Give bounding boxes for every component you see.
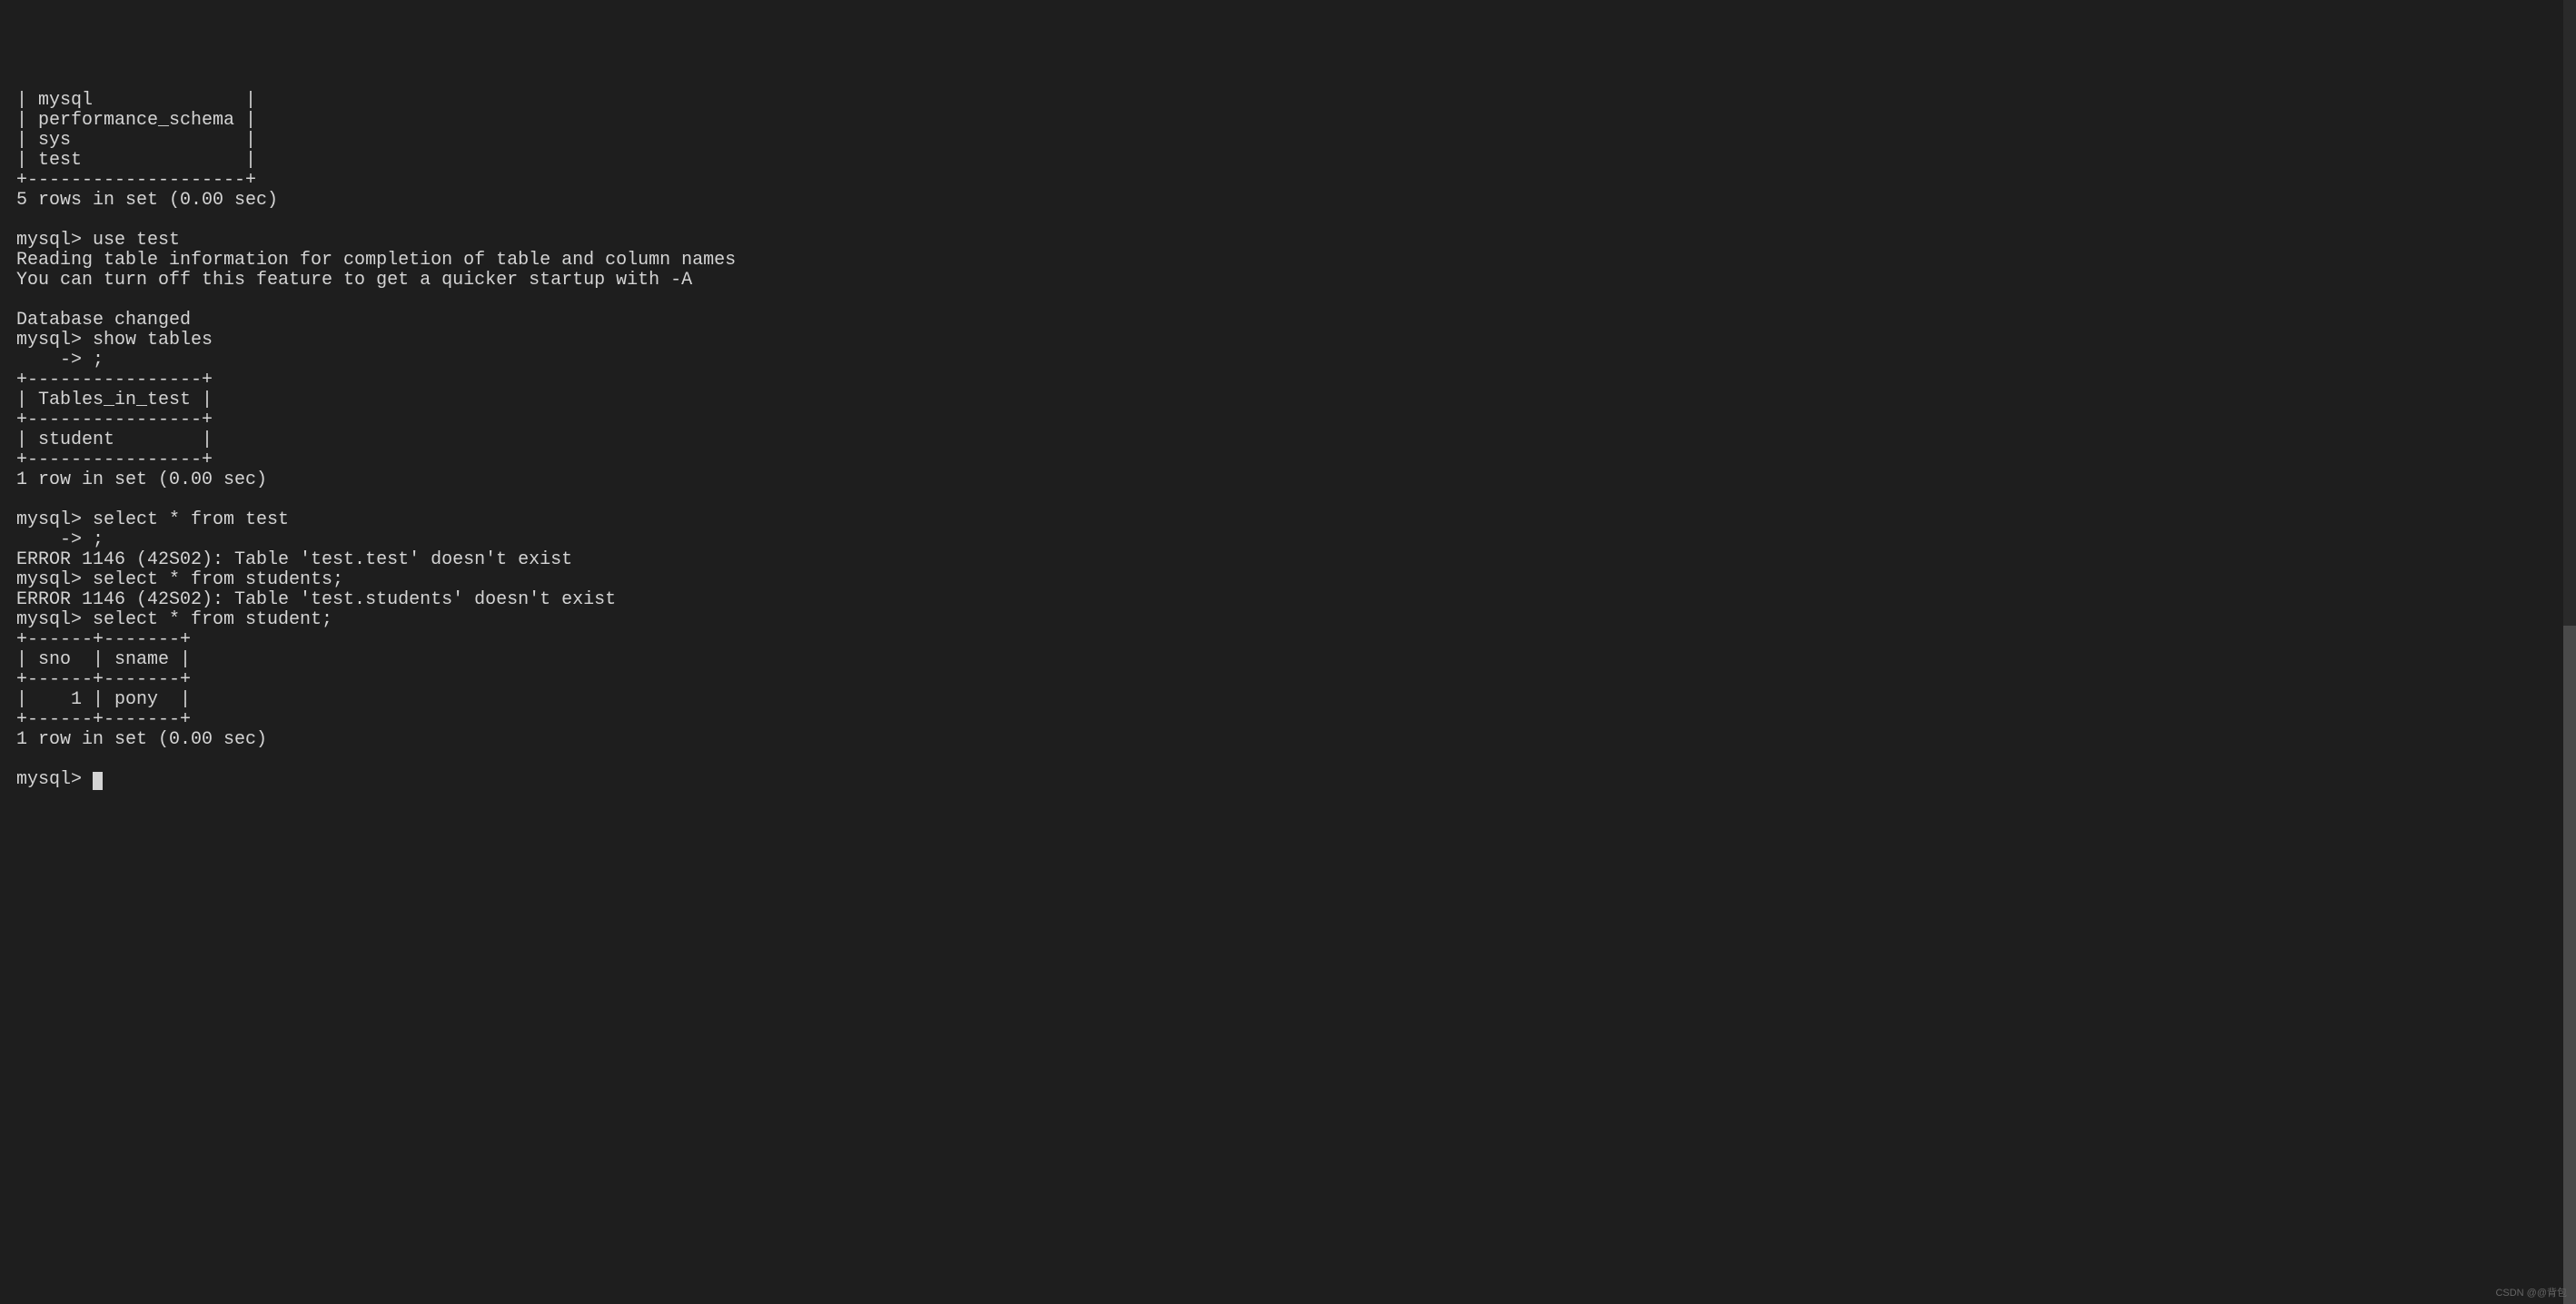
- terminal-line: 5 rows in set (0.00 sec): [16, 190, 278, 211]
- terminal-output[interactable]: | mysql | | performance_schema | | sys |…: [16, 91, 2560, 790]
- terminal-line: 1 row in set (0.00 sec): [16, 729, 267, 750]
- terminal-line: +------+-------+: [16, 629, 191, 650]
- scrollbar-thumb[interactable]: [2563, 626, 2576, 1304]
- terminal-line: -> ;: [16, 529, 104, 550]
- terminal-line: | student |: [16, 430, 213, 450]
- terminal-line: You can turn off this feature to get a q…: [16, 270, 692, 291]
- terminal-line: mysql> use test: [16, 230, 180, 251]
- terminal-line: mysql> show tables: [16, 330, 213, 351]
- terminal-line: Reading table information for completion…: [16, 250, 736, 271]
- terminal-line: +--------------------+: [16, 170, 256, 191]
- terminal-line: mysql> select * from students;: [16, 569, 343, 590]
- terminal-line: | 1 | pony |: [16, 689, 191, 710]
- terminal-line: mysql> select * from student;: [16, 609, 332, 630]
- terminal-line: ERROR 1146 (42S02): Table 'test.students…: [16, 589, 616, 610]
- terminal-line: | sys |: [16, 130, 256, 151]
- scrollbar-track[interactable]: [2563, 0, 2576, 1304]
- terminal-line: | sno | sname |: [16, 649, 191, 670]
- terminal-line: 1 row in set (0.00 sec): [16, 469, 267, 490]
- terminal-line: +------+-------+: [16, 709, 191, 730]
- terminal-line: | performance_schema |: [16, 110, 256, 131]
- cursor-icon: [93, 772, 103, 790]
- terminal-line: ERROR 1146 (42S02): Table 'test.test' do…: [16, 549, 572, 570]
- terminal-line: mysql> select * from test: [16, 509, 289, 530]
- terminal-line: +----------------+: [16, 370, 213, 390]
- terminal-line: +----------------+: [16, 410, 213, 430]
- terminal-line: -> ;: [16, 350, 104, 370]
- terminal-prompt: mysql>: [16, 769, 93, 790]
- terminal-line: | mysql |: [16, 90, 256, 111]
- terminal-line: +------+-------+: [16, 669, 191, 690]
- terminal-line: | test |: [16, 150, 256, 171]
- terminal-line: +----------------+: [16, 449, 213, 470]
- terminal-line: | Tables_in_test |: [16, 390, 213, 410]
- terminal-line: Database changed: [16, 310, 191, 331]
- watermark-text: CSDN @@背包: [2495, 1288, 2567, 1299]
